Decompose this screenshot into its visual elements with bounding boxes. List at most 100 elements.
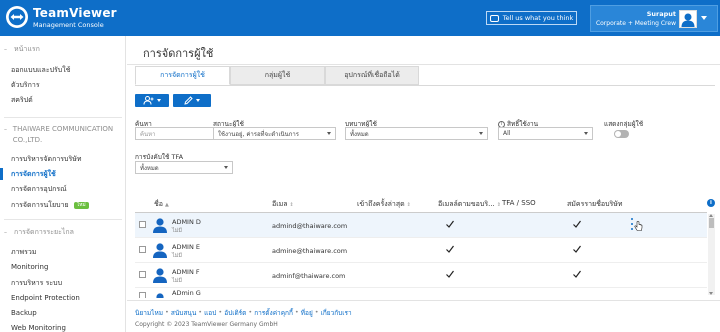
tab-trusted-devices[interactable]: อุปกรณ์ที่เชื่อถือได้	[325, 66, 419, 85]
check-icon	[573, 220, 581, 228]
user-email: adminf@thaiware.com	[272, 272, 346, 280]
footer-link-address[interactable]: ที่อยู่	[301, 308, 313, 318]
brand-name: TeamViewer	[33, 6, 117, 20]
page-title: การจัดการผู้ใช้	[143, 47, 214, 60]
column-header-name[interactable]: ชื่อ ▲	[154, 199, 169, 210]
table-scrollbar[interactable]	[708, 214, 715, 295]
main-content: การจัดการผู้ใช้ การจัดการผู้ใช้ กลุ่มผู้…	[127, 36, 720, 332]
footer-link-apps[interactable]: แอป	[204, 308, 216, 318]
scroll-up-icon[interactable]	[709, 214, 713, 217]
column-header-tfa-sso[interactable]: TFA / SSO	[502, 199, 536, 207]
sidebar-item-backup[interactable]: Backup	[11, 309, 37, 317]
user-avatar-icon	[153, 243, 167, 258]
sidebar-item-company-admin[interactable]: การบริหารจัดการบริษัท	[11, 154, 81, 165]
collapse-icon: –	[4, 126, 7, 133]
tfa-select[interactable]: ทั้งหมด	[135, 161, 233, 174]
scrollbar-thumb[interactable]	[709, 218, 714, 228]
user-avatar-icon	[156, 293, 164, 298]
info-icon[interactable]: i	[707, 199, 715, 207]
footer-link-about[interactable]: เกี่ยวกับเรา	[321, 308, 352, 318]
column-header-email-verified[interactable]: อีเมลล์ตามขอบริ... ⇕	[438, 199, 501, 210]
license-select[interactable]: All	[498, 127, 593, 140]
hand-cursor-icon	[634, 221, 643, 231]
sort-icon: ⇕	[406, 201, 411, 208]
user-avatar-icon	[153, 268, 167, 283]
check-icon	[573, 245, 581, 253]
show-groups-toggle[interactable]	[614, 130, 629, 138]
user-menu[interactable]: Suraput Corporate + Meeting Crew	[590, 5, 718, 32]
sidebar-item-system-admin[interactable]: การบริหาร ระบบ	[11, 278, 62, 289]
sidebar-item-web-monitoring[interactable]: Web Monitoring	[11, 324, 66, 332]
top-bar: TeamViewer Management Console Tell us wh…	[0, 0, 720, 36]
user-status-select[interactable]: ใช้งานอยู่, ค่ารอที่จะดำเนินการ	[213, 127, 336, 140]
user-name: ADmin G	[172, 289, 201, 297]
sidebar-item-overview[interactable]: ภาพรวม	[11, 247, 36, 258]
sidebar: – หน้าแรก ออกแบบและปรับใช้ ตัวบริการ สคร…	[0, 36, 126, 332]
footer-divider	[127, 300, 720, 301]
edit-button[interactable]	[173, 94, 211, 107]
sidebar-item-user-management[interactable]: การจัดการผู้ใช้	[11, 169, 56, 180]
chevron-down-icon	[157, 99, 161, 102]
check-icon	[573, 270, 581, 278]
column-header-email[interactable]: อีเมล ⇕	[272, 199, 294, 210]
toggle-knob	[615, 131, 621, 137]
column-header-company-list[interactable]: สมัครรายชื่อบริษัท	[567, 199, 623, 210]
sidebar-item-monitoring[interactable]: Monitoring	[11, 263, 48, 271]
new-badge: ใหม่	[73, 202, 89, 209]
brand-subtitle: Management Console	[33, 21, 104, 29]
row-checkbox[interactable]	[139, 271, 146, 278]
user-subtitle: ไม่มี	[172, 228, 183, 234]
sidebar-item-endpoint-protection[interactable]: Endpoint Protection	[11, 294, 80, 302]
user-email: admind@thaiware.com	[272, 222, 348, 230]
tab-user-groups[interactable]: กลุ่มผู้ใช้	[230, 66, 325, 85]
row-checkbox[interactable]	[139, 246, 146, 253]
sidebar-company-heading[interactable]: – THAIWARE COMMUNICATION CO.,LTD.	[4, 124, 122, 146]
show-groups-label: แสดงกลุ่มผู้ใช้	[604, 120, 644, 128]
user-name: ADMIN F	[172, 268, 200, 276]
row-checkbox[interactable]	[139, 221, 146, 228]
feedback-button[interactable]: Tell us what you think	[486, 11, 577, 25]
tab-user-management[interactable]: การจัดการผู้ใช้	[135, 66, 230, 85]
sidebar-item-design-deploy[interactable]: ออกแบบและปรับใช้	[11, 65, 70, 76]
footer-link-support[interactable]: สนับสนุน	[171, 308, 196, 318]
footer-link-updates[interactable]: อัปเดิร์ต	[224, 308, 246, 318]
sidebar-active-indicator	[0, 168, 3, 180]
sort-icon: ⇕	[496, 201, 501, 208]
collapse-icon: –	[4, 229, 7, 236]
user-role-select[interactable]: ทั้งหมด	[345, 127, 488, 140]
row-checkbox[interactable]	[139, 292, 146, 298]
table-row[interactable]: ADMIN D ไม่มี admind@thaiware.com	[135, 213, 707, 238]
check-icon	[446, 270, 454, 278]
add-user-button[interactable]	[135, 94, 169, 107]
scroll-down-icon[interactable]	[709, 292, 713, 295]
table-row[interactable]: ADMIN F ไม่มี adminf@thaiware.com	[135, 263, 707, 288]
sidebar-divider	[4, 219, 122, 220]
teamviewer-logo-icon[interactable]	[6, 6, 28, 28]
table-row[interactable]: ADMIN E ไม่มี admine@thaiware.com	[135, 238, 707, 263]
add-user-icon	[143, 96, 154, 105]
sort-up-icon: ▲	[164, 201, 169, 208]
sidebar-item-device-management[interactable]: การจัดการอุปกรณ์	[11, 184, 67, 195]
sidebar-remote-heading[interactable]: – การจัดการระยะไกล	[4, 227, 74, 238]
chevron-down-icon	[196, 99, 200, 102]
title-divider	[127, 64, 720, 65]
sidebar-divider	[4, 117, 122, 118]
check-icon	[446, 220, 454, 228]
user-subtitle: ไม่มี	[172, 278, 183, 284]
sidebar-item-policy-management[interactable]: การจัดการนโยบาย ใหม่	[11, 200, 89, 211]
user-name: Suraput	[646, 10, 676, 18]
chevron-down-icon	[327, 132, 331, 135]
copyright-text: Copyright © 2023 TeamViewer Germany GmbH	[135, 321, 278, 328]
user-plan: Corporate + Meeting Crew	[595, 20, 676, 27]
footer-link-privacy[interactable]: นิยามไหม	[135, 308, 163, 318]
pencil-icon	[184, 96, 193, 105]
table-row[interactable]: ADmin G	[135, 288, 707, 298]
sidebar-home-heading[interactable]: – หน้าแรก	[4, 44, 40, 55]
feedback-label: Tell us what you think	[502, 14, 574, 22]
column-header-last-access[interactable]: เข้าถึงครั้งล่าสุด ⇕	[357, 199, 411, 210]
sidebar-item-services[interactable]: ตัวบริการ	[11, 80, 40, 91]
user-email: admine@thaiware.com	[272, 247, 348, 255]
check-icon	[446, 245, 454, 253]
footer-link-cookie-settings[interactable]: การตั้งค่าคุกกี้	[254, 308, 293, 318]
sidebar-item-scripts[interactable]: สคริปต์	[11, 95, 33, 106]
